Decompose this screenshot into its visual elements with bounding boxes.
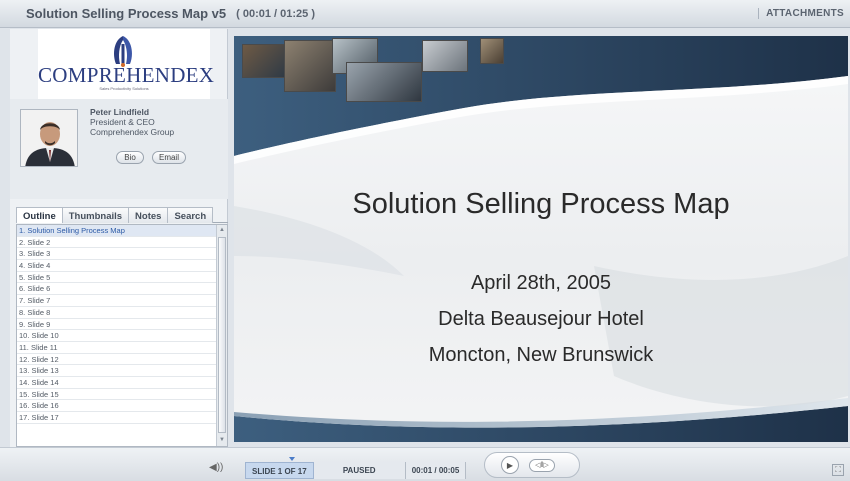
slide-photo-1 xyxy=(242,44,286,78)
presentation-title: Solution Selling Process Map v5 xyxy=(26,6,227,21)
list-item[interactable]: 11. Slide 11 xyxy=(17,342,227,354)
slide-counter: SLIDE 1 OF 17 xyxy=(245,462,314,479)
prev-next-buttons[interactable]: ◁‖▷ xyxy=(529,459,555,472)
list-item[interactable]: 16. Slide 16 xyxy=(17,400,227,412)
playback-status: SLIDE 1 OF 17 PAUSED 00:01 / 00:05 xyxy=(245,462,467,479)
bio-button[interactable]: Bio xyxy=(116,151,144,164)
sidebar-tabs: Outline Thumbnails Notes Search xyxy=(16,207,228,223)
slide-photo-6 xyxy=(480,38,504,64)
list-item[interactable]: 10. Slide 10 xyxy=(17,330,227,342)
list-item[interactable]: 1. Solution Selling Process Map xyxy=(17,225,227,237)
tab-notes[interactable]: Notes xyxy=(128,207,169,223)
email-button[interactable]: Email xyxy=(152,151,186,164)
presenter-name: Peter Lindfield xyxy=(90,107,150,117)
presenter-photo xyxy=(20,109,78,167)
slide-title: Solution Selling Process Map xyxy=(352,188,730,220)
slide-background-graphic xyxy=(234,36,848,442)
slide-view: Solution Selling Process Map April 28th,… xyxy=(234,36,848,442)
playback-bar: ◀)) SLIDE 1 OF 17 PAUSED 00:01 / 00:05 ▶… xyxy=(0,447,850,481)
list-item[interactable]: 6. Slide 6 xyxy=(17,283,227,296)
company-logo: COMPREHENDEX Sales Productivity Solution… xyxy=(38,29,215,99)
scroll-up-icon[interactable]: ▲ xyxy=(218,226,226,235)
list-item[interactable]: 14. Slide 14 xyxy=(17,377,227,389)
slide-photo-4 xyxy=(346,62,422,102)
tab-search[interactable]: Search xyxy=(167,207,214,223)
volume-icon[interactable]: ◀)) xyxy=(209,462,223,473)
list-item[interactable]: 3. Slide 3 xyxy=(17,248,227,261)
list-item[interactable]: 7. Slide 7 xyxy=(17,295,227,307)
scroll-down-icon[interactable]: ▼ xyxy=(218,436,226,445)
presenter-title: President & CEO xyxy=(90,117,155,127)
playback-state: PAUSED xyxy=(313,462,406,479)
slide-photo-2 xyxy=(284,40,336,92)
scrollbar-thumb[interactable] xyxy=(218,237,226,433)
tab-thumbnails[interactable]: Thumbnails xyxy=(61,207,130,223)
sidebar: COMPREHENDEX Sales Productivity Solution… xyxy=(10,29,228,447)
playback-controls: ▶ ◁‖▷ xyxy=(484,452,580,478)
slide-location: Moncton, New Brunswick xyxy=(428,344,654,366)
play-icon[interactable]: ▶ xyxy=(501,456,519,474)
list-item[interactable]: 17. Slide 17 xyxy=(17,412,227,424)
tab-outline[interactable]: Outline xyxy=(16,207,63,223)
list-item[interactable]: 4. Slide 4 xyxy=(17,260,227,272)
slide-date: April 28th, 2005 xyxy=(470,272,612,294)
presenter-card: Peter Lindfield President & CEO Comprehe… xyxy=(10,99,228,199)
list-item[interactable]: 13. Slide 13 xyxy=(17,365,227,377)
fullscreen-icon[interactable]: ⛶ xyxy=(832,464,844,476)
slide-venue: Delta Beausejour Hotel xyxy=(438,308,644,330)
outline-list: 1. Solution Selling Process Map 2. Slide… xyxy=(16,224,228,447)
logo-wordmark: COMPREHENDEX xyxy=(38,63,215,87)
outline-scrollbar[interactable]: ▲ ▼ xyxy=(216,225,227,446)
attachments-button[interactable]: ATTACHMENTS xyxy=(758,8,844,19)
slide-time: 00:01 / 00:05 xyxy=(405,462,467,479)
title-bar: Solution Selling Process Map v5 ( 00:01 … xyxy=(0,0,850,28)
presenter-organization: Comprehendex Group xyxy=(90,127,175,137)
slide-photo-5 xyxy=(422,40,468,72)
logo-tagline: Sales Productivity Solutions xyxy=(99,86,149,91)
list-item[interactable]: 5. Slide 5 xyxy=(17,272,227,284)
list-item[interactable]: 15. Slide 15 xyxy=(17,389,227,401)
list-item[interactable]: 9. Slide 9 xyxy=(17,319,227,331)
presentation-timecode: ( 00:01 / 01:25 ) xyxy=(236,7,315,20)
list-item[interactable]: 12. Slide 12 xyxy=(17,354,227,366)
list-item[interactable]: 2. Slide 2 xyxy=(17,237,227,249)
slide-position-marker xyxy=(289,457,295,461)
slide-photo-strip xyxy=(234,36,848,102)
list-item[interactable]: 8. Slide 8 xyxy=(17,307,227,319)
